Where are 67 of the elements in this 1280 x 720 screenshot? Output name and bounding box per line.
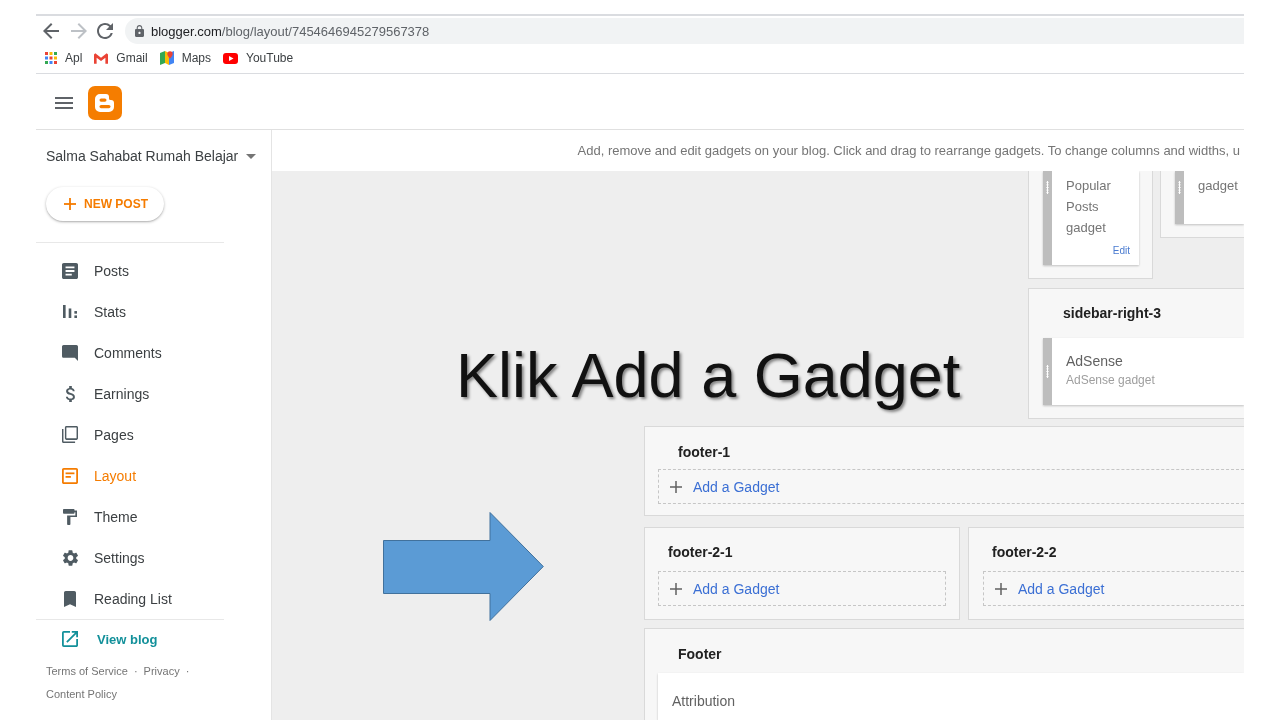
nav-item[interactable]: Earnings [62,373,150,414]
gadget-description: gadget [1198,177,1238,195]
bar-chart-icon [63,305,77,318]
footer-link[interactable]: Privacy [143,660,180,683]
apps-grid-icon [45,52,57,64]
footer-link[interactable]: Content Policy [46,683,117,706]
gadget-card[interactable]: AdSense AdSense gadget [1043,338,1244,405]
section-title: Footer [677,645,723,664]
nav-item[interactable]: Posts [62,250,129,291]
back-arrow-icon[interactable] [43,23,59,39]
add-gadget-button[interactable]: Add a Gadget [983,571,1244,606]
gadget-card[interactable]: Popular Posts gadget Edit [1043,171,1139,265]
plus-icon [670,582,682,595]
bookmark-link[interactable]: Gmail [94,51,148,65]
add-gadget-button[interactable]: Add a Gadget [658,571,946,606]
footer-link[interactable]: Terms of Service [46,660,128,683]
drag-handle[interactable] [1175,171,1184,224]
video-play-icon [223,52,239,64]
layout-icon [62,467,78,484]
settings-icon [62,549,78,566]
forward-arrow-icon[interactable] [71,23,87,39]
nav-item[interactable]: Settings [62,537,145,578]
blog-selector[interactable]: Salma Sahabat Rumah Belajar [46,146,257,166]
nav-item[interactable]: Theme [62,496,138,537]
section-title: footer-2-1 [667,543,734,562]
gadget-card[interactable]: gadget [1175,171,1244,224]
document-icon [62,262,78,279]
comment-icon [62,344,78,361]
paint-roller-icon [63,508,77,525]
plus-icon [995,582,1007,595]
gadget-name: AdSense [1066,352,1123,371]
page-description: Add, remove and edit gadgets on your blog. Click and drag to rearrange gadgets. To change columns and widths, u [577,143,1240,158]
stacked-pages-icon [62,426,78,443]
nav-item[interactable]: Comments [62,332,162,373]
gadget-card[interactable]: Attribution [658,673,1244,720]
app-logo[interactable] [88,85,122,120]
bookmark-icon [64,590,76,607]
dollar-icon [64,385,76,402]
caret-icon [246,153,257,159]
nav-item[interactable]: Stats [62,291,126,332]
drag-handle[interactable] [1043,171,1052,265]
edit-link[interactable]: Edit [1112,244,1130,258]
mail-icon [94,52,109,64]
gadget-name: Attribution [672,692,736,711]
add-gadget-button[interactable]: Add a Gadget [658,469,1244,504]
gadget-description: AdSense gadget [1066,372,1155,389]
bookmark-link[interactable]: YouTube [223,51,294,65]
map-icon [159,51,174,65]
gadget-description: Popular Posts gadget [1066,177,1112,237]
bookmark-link[interactable]: Apl [45,51,83,65]
section-title: footer-1 [677,443,732,462]
lock-icon [135,25,144,37]
bookmark-link[interactable]: Maps [159,51,212,65]
link-separator: · [185,664,190,679]
open-external-icon [62,631,78,647]
link-separator: · [133,664,138,679]
drag-handle[interactable] [1043,338,1052,405]
nav-item[interactable]: Pages [62,414,134,455]
view-blog-link[interactable]: View blog [62,620,158,658]
plus-icon [64,198,76,210]
reload-icon[interactable] [97,23,113,39]
plus-icon [670,480,682,493]
nav-item[interactable]: Reading List [62,578,172,619]
section-title: footer-2-2 [991,543,1058,562]
section-title: sidebar-right-3 [1062,304,1162,323]
menu-icon[interactable] [55,96,73,109]
address-bar[interactable]: blogger.com/blog/layout/7454646945279567378 [125,18,1244,44]
